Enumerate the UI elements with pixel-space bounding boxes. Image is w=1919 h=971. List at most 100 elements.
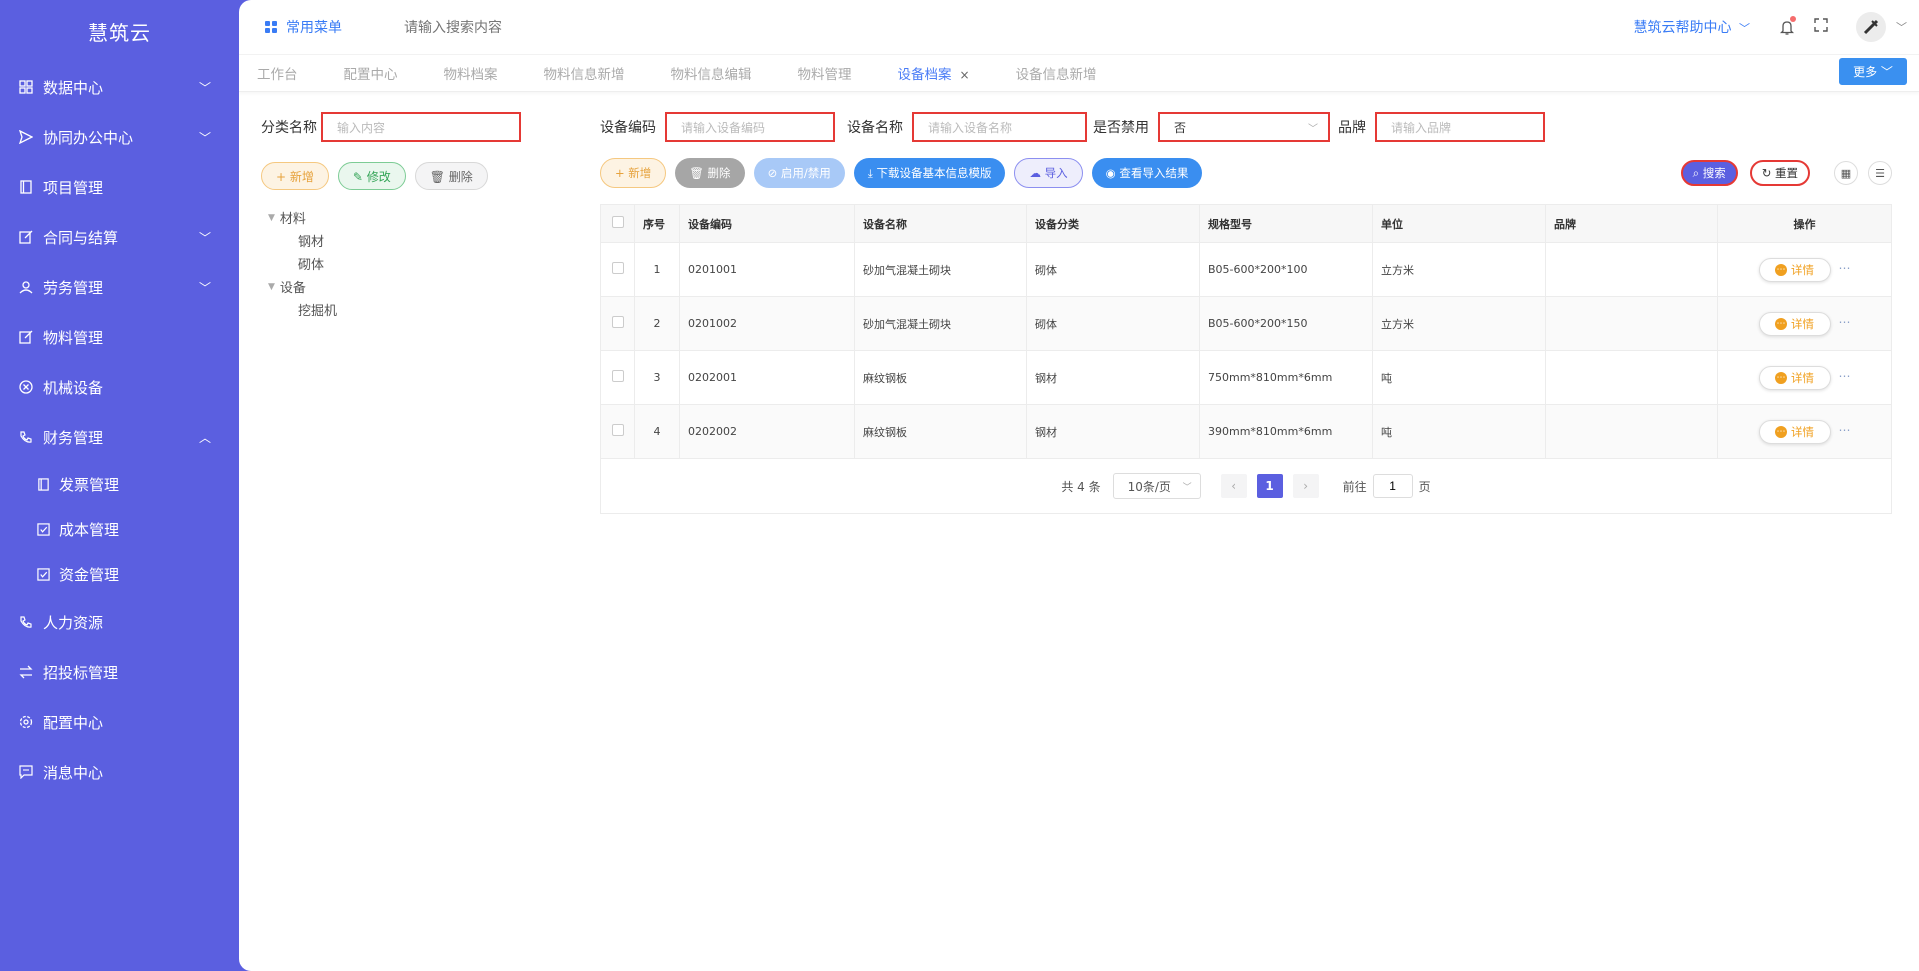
sidebar-subitem-cost[interactable]: 成本管理 bbox=[0, 507, 239, 552]
message-icon bbox=[18, 764, 34, 780]
tree-node[interactable]: ▼ 材料 bbox=[261, 206, 521, 229]
avatar[interactable] bbox=[1856, 12, 1886, 42]
cell-name: 砂加气混凝土砌块 bbox=[854, 296, 1027, 351]
add-button[interactable]: + 新增 bbox=[600, 158, 667, 188]
info-icon: ⋯ bbox=[1775, 317, 1787, 330]
sidebar-item-project[interactable]: 项目管理 bbox=[0, 162, 239, 212]
col-code: 设备编码 bbox=[679, 204, 855, 243]
tab-equipment-add[interactable]: 设备信息新增 bbox=[1016, 63, 1097, 83]
row-select-cell bbox=[600, 242, 635, 297]
caret-down-icon[interactable]: ▼ bbox=[268, 213, 275, 223]
sidebar-item-bidding[interactable]: 招投标管理 bbox=[0, 647, 239, 697]
category-delete-button[interactable]: 🗑 删除 bbox=[414, 162, 488, 190]
equipment-table: 序号 设备编码 设备名称 设备分类 规格型号 单位 品牌 操作 1 020100… bbox=[600, 204, 1892, 459]
transfer-icon bbox=[18, 664, 34, 680]
search-button[interactable]: ⌕ 搜索 bbox=[1680, 160, 1738, 186]
detail-button[interactable]: ⋯ 详情 bbox=[1758, 311, 1831, 336]
row-checkbox[interactable] bbox=[611, 370, 624, 382]
global-search-input[interactable] bbox=[404, 19, 664, 35]
row-checkbox[interactable] bbox=[611, 316, 624, 328]
tree-leaf[interactable]: 挖掘机 bbox=[261, 298, 521, 321]
row-checkbox[interactable] bbox=[611, 262, 624, 274]
detail-button[interactable]: ⋯ 详情 bbox=[1758, 365, 1831, 390]
more-actions-icon[interactable]: ⋯ bbox=[1839, 369, 1851, 383]
tree-leaf[interactable]: 钢材 bbox=[261, 229, 521, 252]
col-actions: 操作 bbox=[1717, 204, 1892, 243]
total-count: 共 4 条 bbox=[1061, 479, 1101, 494]
tab-material-edit[interactable]: 物料信息编辑 bbox=[671, 63, 752, 83]
more-button[interactable]: 更多 ﹀ bbox=[1839, 58, 1907, 85]
tab-material-add[interactable]: 物料信息新增 bbox=[544, 63, 625, 83]
favorites-menu[interactable]: 常用菜单 bbox=[265, 17, 342, 37]
reset-button[interactable]: ↻ 重置 bbox=[1749, 160, 1810, 186]
cell-brand bbox=[1545, 296, 1718, 351]
category-edit-button[interactable]: ✎ 修改 bbox=[337, 162, 406, 190]
sidebar-item-machinery[interactable]: 机械设备 bbox=[0, 362, 239, 412]
favorites-label: 常用菜单 bbox=[286, 20, 342, 36]
select-all-checkbox[interactable] bbox=[611, 216, 624, 228]
tree-node[interactable]: ▼ 设备 bbox=[261, 275, 521, 298]
sidebar-item-contract[interactable]: 合同与结算 ﹀ bbox=[0, 212, 239, 262]
download-template-button[interactable]: ⤓ 下载设备基本信息模版 bbox=[853, 158, 1006, 188]
sidebar-item-labor[interactable]: 劳务管理 ﹀ bbox=[0, 262, 239, 312]
cell-spec: 390mm*810mm*6mm bbox=[1199, 404, 1373, 459]
sidebar-item-collab-office[interactable]: 协同办公中心 ﹀ bbox=[0, 112, 239, 162]
sidebar-item-finance[interactable]: 财务管理 ︿ bbox=[0, 412, 239, 462]
disabled-select[interactable]: 否 ﹀ bbox=[1158, 112, 1330, 142]
sidebar-item-material[interactable]: 物料管理 bbox=[0, 312, 239, 362]
page-size-select[interactable]: 10条/页 ﹀ bbox=[1112, 473, 1201, 499]
sidebar-item-label: 资金管理 bbox=[59, 566, 120, 584]
sidebar-item-messages[interactable]: 消息中心 bbox=[0, 747, 239, 797]
filter-settings-icon[interactable]: ☰ bbox=[1868, 161, 1892, 185]
column-settings-icon[interactable]: ▦ bbox=[1834, 161, 1858, 185]
view-import-result-button[interactable]: ◉ 查看导入结果 bbox=[1091, 158, 1203, 188]
name-input[interactable]: 请输入设备名称 bbox=[912, 112, 1087, 142]
tab-material-archive[interactable]: 物料档案 bbox=[444, 63, 498, 83]
cell-code: 0202001 bbox=[679, 350, 855, 405]
sidebar-item-config[interactable]: 配置中心 bbox=[0, 697, 239, 747]
pagination: 共 4 条 10条/页 ﹀ ‹ 1 › 前往 页 bbox=[600, 459, 1892, 514]
goto-page-input[interactable] bbox=[1372, 474, 1413, 498]
edit-icon bbox=[18, 329, 34, 345]
sidebar-item-label: 配置中心 bbox=[43, 713, 104, 732]
category-input[interactable]: 输入内容 bbox=[321, 112, 521, 142]
more-actions-icon[interactable]: ⋯ bbox=[1839, 423, 1851, 437]
tab-workbench[interactable]: 工作台 bbox=[257, 63, 298, 83]
row-checkbox[interactable] bbox=[611, 424, 624, 436]
goto-suffix: 页 bbox=[1418, 479, 1431, 494]
page-number[interactable]: 1 bbox=[1256, 474, 1283, 498]
apps-icon bbox=[265, 21, 277, 33]
toggle-enable-button[interactable]: ⊘ 启用/禁用 bbox=[753, 158, 845, 188]
tab-material-manage[interactable]: 物料管理 bbox=[798, 63, 852, 83]
tree-leaf[interactable]: 砌体 bbox=[261, 252, 521, 275]
bell-icon[interactable] bbox=[1778, 16, 1796, 36]
sidebar-subitem-funds[interactable]: 资金管理 bbox=[0, 552, 239, 597]
sidebar-item-hr[interactable]: 人力资源 bbox=[0, 597, 239, 647]
tab-equipment-archive[interactable]: 设备档案 × bbox=[898, 63, 970, 83]
detail-button[interactable]: ⋯ 详情 bbox=[1758, 257, 1831, 282]
chevron-down-icon[interactable]: ﹀ bbox=[1896, 19, 1907, 35]
close-icon[interactable]: × bbox=[960, 68, 970, 82]
detail-label: 详情 bbox=[1791, 262, 1814, 277]
tab-config-center[interactable]: 配置中心 bbox=[344, 63, 398, 83]
brand-input[interactable]: 请输入品牌 bbox=[1375, 112, 1545, 142]
import-button[interactable]: ☁ 导入 bbox=[1014, 158, 1083, 188]
sidebar-item-data-center[interactable]: 数据中心 ﹀ bbox=[0, 62, 239, 112]
caret-down-icon[interactable]: ▼ bbox=[268, 282, 275, 292]
delete-button[interactable]: 🗑 删除 bbox=[675, 158, 745, 188]
prev-page-button[interactable]: ‹ bbox=[1220, 474, 1247, 498]
tree-node-label: 材料 bbox=[279, 212, 306, 227]
help-center-link[interactable]: 慧筑云帮助中心 ﹀ bbox=[1634, 17, 1750, 37]
more-actions-icon[interactable]: ⋯ bbox=[1839, 261, 1851, 275]
sidebar-subitem-invoice[interactable]: 发票管理 bbox=[0, 462, 239, 507]
grid-icon bbox=[18, 79, 34, 95]
gear-icon bbox=[18, 714, 34, 730]
detail-button[interactable]: ⋯ 详情 bbox=[1758, 419, 1831, 444]
equipment-panel: 设备编码 请输入设备编码 设备名称 请输入设备名称 是否禁用 否 ﹀ 品牌 请输… bbox=[600, 112, 1892, 514]
more-actions-icon[interactable]: ⋯ bbox=[1839, 315, 1851, 329]
code-input[interactable]: 请输入设备编码 bbox=[665, 112, 835, 142]
next-page-button[interactable]: › bbox=[1292, 474, 1319, 498]
table-row: 3 0202001 麻纹钢板 钢材 750mm*810mm*6mm 吨 ⋯ 详情 ⋯ bbox=[600, 350, 1892, 405]
fullscreen-icon[interactable] bbox=[1814, 18, 1828, 36]
category-add-button[interactable]: + 新增 bbox=[261, 162, 329, 190]
